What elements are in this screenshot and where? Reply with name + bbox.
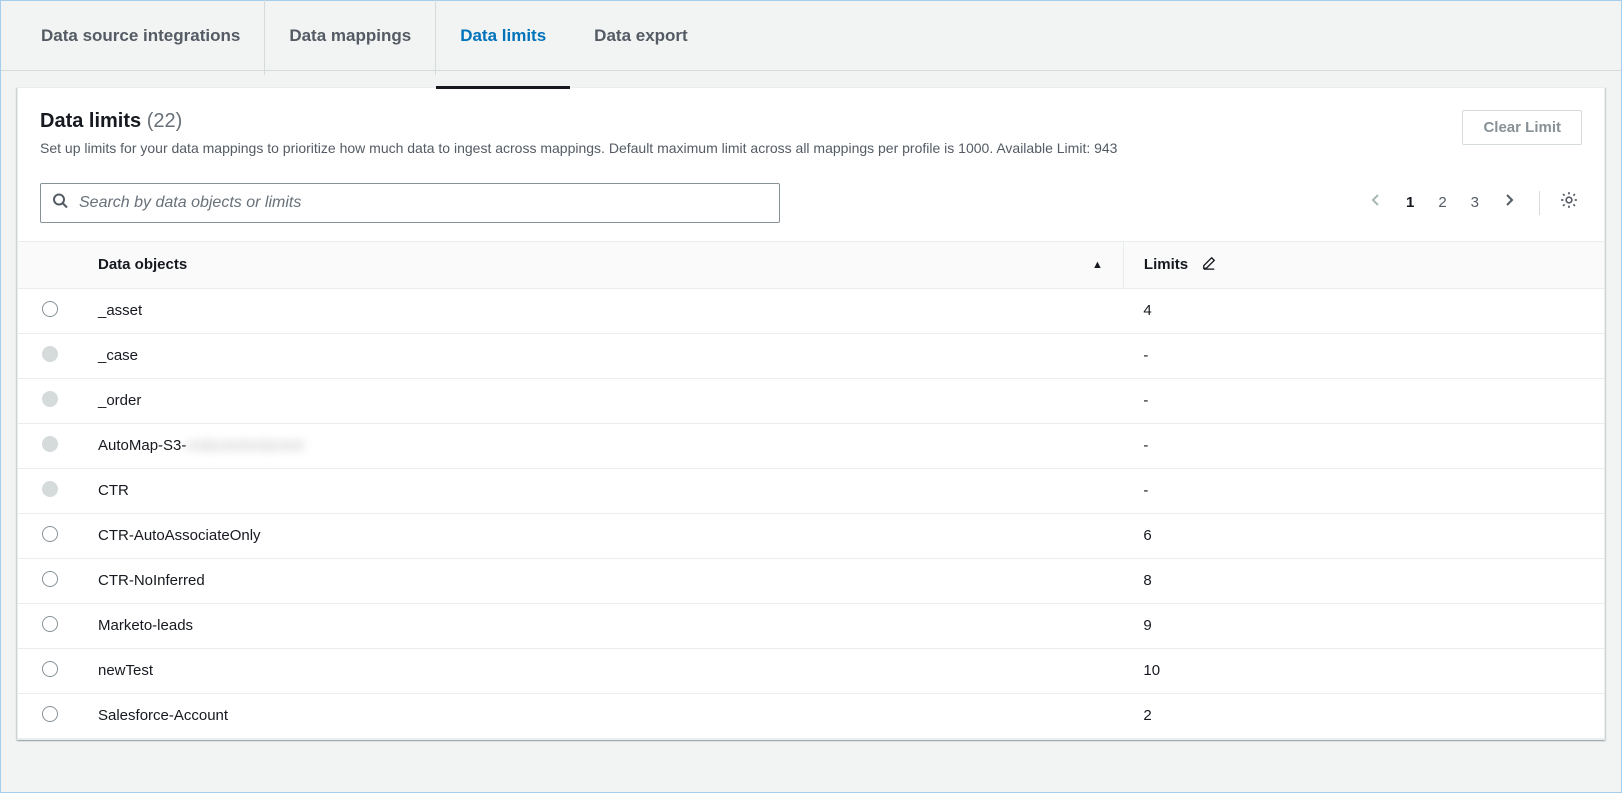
limit-cell: 9 — [1123, 603, 1604, 648]
row-select-cell — [18, 558, 78, 603]
page-2[interactable]: 2 — [1430, 190, 1454, 215]
table-row: Marketo-leads9 — [18, 603, 1604, 648]
limit-cell: - — [1123, 423, 1604, 468]
sort-ascending-icon: ▲ — [1092, 259, 1103, 271]
data-object-cell: CTR — [78, 468, 1123, 513]
row-select-cell — [18, 288, 78, 333]
limit-cell: 4 — [1123, 288, 1604, 333]
row-select-cell — [18, 423, 78, 468]
pagination-next[interactable] — [1495, 186, 1523, 219]
limit-cell: 6 — [1123, 513, 1604, 558]
limit-cell: 2 — [1123, 693, 1604, 738]
row-select-cell — [18, 468, 78, 513]
tabs-container: Data source integrations Data mappings D… — [1, 1, 1621, 71]
data-limits-table: Data objects ▲ Limits — [18, 241, 1604, 739]
toolbar: 1 2 3 — [18, 171, 1604, 241]
table-row: _asset4 — [18, 288, 1604, 333]
page-1[interactable]: 1 — [1398, 190, 1422, 215]
clear-limit-button[interactable]: Clear Limit — [1462, 110, 1582, 145]
limit-cell: 8 — [1123, 558, 1604, 603]
edit-icon — [1202, 256, 1216, 274]
data-object-cell: Salesforce-Account — [78, 693, 1123, 738]
row-radio[interactable] — [42, 616, 58, 632]
row-radio — [42, 481, 58, 497]
data-limits-panel: Data limits (22) Set up limits for your … — [17, 87, 1605, 740]
tab-data-source-integrations[interactable]: Data source integrations — [17, 0, 265, 75]
data-object-cell: Marketo-leads — [78, 603, 1123, 648]
search-input[interactable] — [40, 183, 780, 223]
select-column-header — [18, 241, 78, 288]
pagination-prev[interactable] — [1362, 186, 1390, 219]
row-radio[interactable] — [42, 661, 58, 677]
row-select-cell — [18, 648, 78, 693]
data-object-cell: _case — [78, 333, 1123, 378]
table-row: AutoMap-S3-redactedredacted- — [18, 423, 1604, 468]
page-title-count: (22) — [147, 110, 183, 132]
row-select-cell — [18, 603, 78, 648]
search-icon — [52, 192, 68, 213]
page-3[interactable]: 3 — [1463, 190, 1487, 215]
limit-cell: 10 — [1123, 648, 1604, 693]
row-radio[interactable] — [42, 706, 58, 722]
limits-header-label: Limits — [1144, 256, 1188, 273]
search-wrapper — [40, 183, 780, 223]
table-row: CTR-AutoAssociateOnly6 — [18, 513, 1604, 558]
row-radio — [42, 436, 58, 452]
data-object-cell: _asset — [78, 288, 1123, 333]
table-row: _case- — [18, 333, 1604, 378]
gear-icon[interactable] — [1556, 187, 1582, 218]
page-description: Set up limits for your data mappings to … — [40, 139, 1462, 159]
tab-data-limits[interactable]: Data limits — [436, 0, 570, 75]
row-select-cell — [18, 693, 78, 738]
row-radio[interactable] — [42, 301, 58, 317]
row-radio[interactable] — [42, 526, 58, 542]
tab-data-mappings[interactable]: Data mappings — [265, 0, 436, 75]
limit-cell: - — [1123, 333, 1604, 378]
page-title-text: Data limits — [40, 110, 141, 132]
page-title: Data limits (22) — [40, 110, 1462, 133]
pagination: 1 2 3 — [1362, 186, 1582, 219]
row-select-cell — [18, 333, 78, 378]
limit-cell: - — [1123, 468, 1604, 513]
table-row: CTR- — [18, 468, 1604, 513]
panel-header: Data limits (22) Set up limits for your … — [18, 88, 1604, 171]
limit-cell: - — [1123, 378, 1604, 423]
table-row: newTest10 — [18, 648, 1604, 693]
tab-data-export[interactable]: Data export — [570, 0, 712, 75]
data-object-cell: _order — [78, 378, 1123, 423]
table-row: _order- — [18, 378, 1604, 423]
row-radio[interactable] — [42, 571, 58, 587]
data-objects-column-header[interactable]: Data objects ▲ — [78, 241, 1123, 288]
data-object-cell: CTR-AutoAssociateOnly — [78, 513, 1123, 558]
row-radio — [42, 391, 58, 407]
table-row: CTR-NoInferred8 — [18, 558, 1604, 603]
data-object-cell: CTR-NoInferred — [78, 558, 1123, 603]
data-object-cell: AutoMap-S3-redactedredacted — [78, 423, 1123, 468]
data-object-cell: newTest — [78, 648, 1123, 693]
data-objects-header-label: Data objects — [98, 256, 187, 273]
limits-column-header[interactable]: Limits — [1123, 241, 1604, 288]
row-select-cell — [18, 378, 78, 423]
row-select-cell — [18, 513, 78, 558]
pagination-divider — [1539, 191, 1540, 215]
table-row: Salesforce-Account2 — [18, 693, 1604, 738]
row-radio — [42, 346, 58, 362]
